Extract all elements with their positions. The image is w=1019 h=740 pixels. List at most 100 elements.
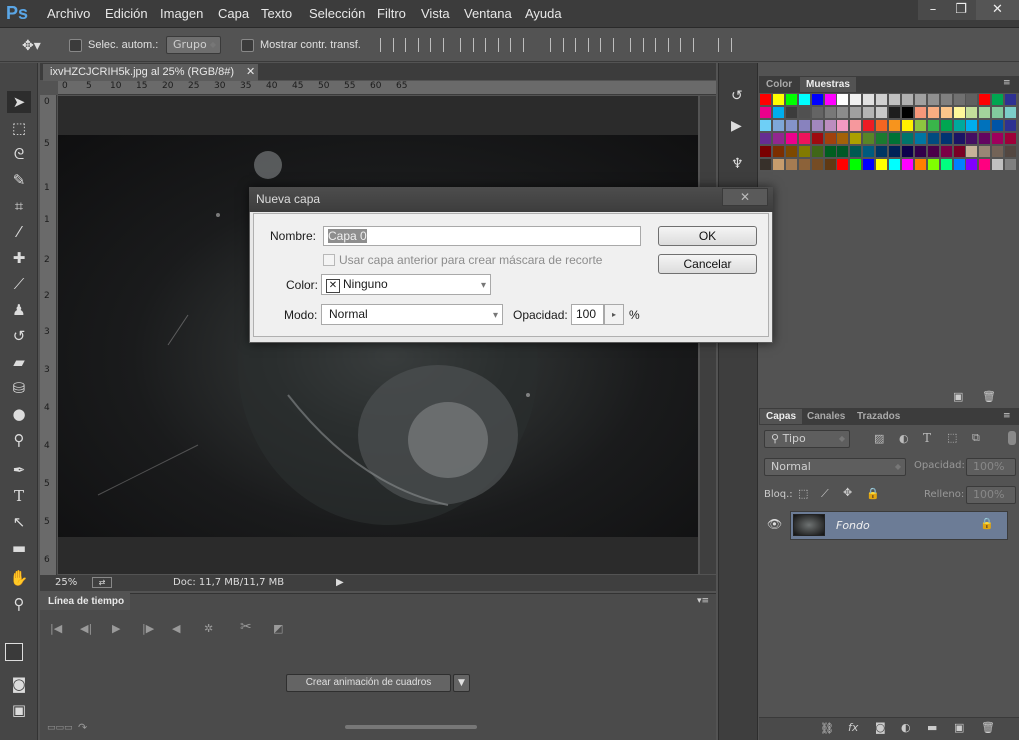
align-left-icon[interactable]	[460, 38, 474, 52]
swatch[interactable]	[785, 132, 797, 144]
swatch[interactable]	[837, 106, 849, 118]
layer-visibility-eye-icon[interactable]: 👁	[767, 517, 782, 531]
paint-bucket-icon[interactable]: ⛁	[7, 377, 31, 399]
share-icon[interactable]: ⇄	[92, 577, 112, 588]
panel-menu-icon[interactable]: ≡	[1003, 78, 1011, 88]
move-tool-icon[interactable]: ✥▾	[22, 37, 41, 54]
lock-all-icon[interactable]: 🔒	[866, 487, 880, 500]
new-layer-icon[interactable]: ▣	[954, 721, 964, 734]
swatch[interactable]	[966, 106, 978, 118]
swatch[interactable]	[760, 119, 771, 131]
swatch[interactable]	[760, 132, 771, 144]
swatch[interactable]	[889, 158, 900, 170]
brush-tool-icon[interactable]: ⟋	[7, 273, 31, 295]
swatch[interactable]	[927, 132, 939, 144]
auto-select-dropdown[interactable]: Grupo ◆	[166, 36, 221, 54]
next-frame-icon[interactable]: |▶	[142, 622, 154, 635]
layer-style-fx-icon[interactable]: fx	[848, 721, 858, 734]
zoom-level[interactable]: 25%	[55, 577, 77, 588]
swatch[interactable]	[901, 145, 913, 157]
healing-brush-icon[interactable]: ✚	[7, 247, 31, 269]
pen-tool-icon[interactable]: ✒	[7, 459, 31, 481]
scissors-icon[interactable]: ✂	[240, 619, 252, 635]
swatch[interactable]	[1005, 132, 1017, 144]
swatch[interactable]	[824, 158, 836, 170]
cancel-button[interactable]: Cancelar	[658, 254, 757, 274]
clipping-mask-checkbox[interactable]	[323, 254, 335, 266]
filter-toggle[interactable]	[1008, 431, 1016, 445]
swatch[interactable]	[914, 158, 926, 170]
hand-tool-icon[interactable]: ✋	[7, 567, 31, 589]
swatch[interactable]	[772, 132, 784, 144]
swatch[interactable]	[966, 158, 978, 170]
minimize-button[interactable]: –	[918, 0, 948, 20]
swatch[interactable]	[940, 132, 952, 144]
swatch[interactable]	[772, 145, 784, 157]
align-top-icon[interactable]	[380, 38, 394, 52]
tab-swatches[interactable]: Muestras	[800, 77, 856, 92]
filter-adjustment-icon[interactable]: ◐	[899, 432, 909, 445]
swatch[interactable]	[863, 145, 875, 157]
swatch[interactable]	[1005, 106, 1017, 118]
lock-position-icon[interactable]: ✥	[843, 486, 852, 499]
close-tab-icon[interactable]: ✕	[246, 64, 255, 81]
swatch[interactable]	[940, 158, 952, 170]
menu-ventana[interactable]: Ventana	[464, 6, 512, 21]
swatch[interactable]	[876, 132, 888, 144]
opacity-input[interactable]: 100	[571, 304, 604, 325]
swatch[interactable]	[772, 158, 784, 170]
swatch[interactable]	[966, 132, 978, 144]
swatch[interactable]	[953, 145, 965, 157]
filter-shape-icon[interactable]: ⬚	[947, 431, 957, 444]
swatch[interactable]	[992, 145, 1004, 157]
auto-align-icon[interactable]	[718, 38, 732, 52]
swatch[interactable]	[979, 119, 991, 131]
swatch[interactable]	[1005, 145, 1017, 157]
swatch[interactable]	[824, 106, 836, 118]
lock-pixels-icon[interactable]: ⟋	[821, 487, 829, 501]
swatch[interactable]	[914, 145, 926, 157]
actions-play-icon[interactable]: ▶	[731, 118, 742, 134]
swatches-grid[interactable]	[759, 93, 1019, 388]
new-swatch-icon[interactable]: ▣	[953, 390, 963, 403]
dialog-close-button[interactable]: ✕	[722, 188, 768, 206]
distribute-bottom-icon[interactable]	[600, 38, 614, 52]
swatch[interactable]	[837, 145, 849, 157]
swatch[interactable]	[837, 132, 849, 144]
quick-mask-icon[interactable]: ◙	[7, 673, 31, 695]
blend-mode-dropdown[interactable]: Normal ◆	[764, 458, 906, 476]
swatch[interactable]	[824, 145, 836, 157]
audio-icon[interactable]: ◀	[172, 622, 180, 635]
history-brush-icon[interactable]: ↺	[7, 325, 31, 347]
distribute-vcenter-icon[interactable]	[575, 38, 589, 52]
filter-type-icon[interactable]: T	[923, 431, 931, 445]
swatch[interactable]	[979, 158, 991, 170]
swatch[interactable]	[914, 132, 926, 144]
swatch[interactable]	[901, 132, 913, 144]
swatch[interactable]	[837, 94, 849, 105]
swatch[interactable]	[863, 132, 875, 144]
swatch[interactable]	[927, 94, 939, 105]
swatch[interactable]	[876, 94, 888, 105]
swatch[interactable]	[889, 106, 900, 118]
swatch[interactable]	[850, 158, 862, 170]
swatch[interactable]	[992, 132, 1004, 144]
distribute-right-icon[interactable]	[680, 38, 694, 52]
quick-selection-icon[interactable]: ✎	[7, 169, 31, 191]
swatch[interactable]	[798, 145, 810, 157]
swatch[interactable]	[889, 119, 900, 131]
distribute-hcenter-icon[interactable]	[655, 38, 669, 52]
status-menu-arrow-icon[interactable]: ▶	[336, 577, 344, 588]
menu-capa[interactable]: Capa	[218, 6, 249, 21]
foreground-color-swatch[interactable]	[5, 643, 23, 661]
swatch[interactable]	[760, 106, 771, 118]
link-layers-icon[interactable]: ⛓	[820, 722, 834, 735]
swatch[interactable]	[760, 158, 771, 170]
menu-filtro[interactable]: Filtro	[377, 6, 406, 21]
panel-menu-icon[interactable]: ▾≡	[697, 596, 709, 606]
swatch[interactable]	[979, 145, 991, 157]
swatch[interactable]	[811, 132, 823, 144]
swatch[interactable]	[953, 94, 965, 105]
eraser-tool-icon[interactable]: ▰	[7, 351, 31, 373]
mode-dropdown[interactable]: Normal ▾	[321, 304, 503, 325]
